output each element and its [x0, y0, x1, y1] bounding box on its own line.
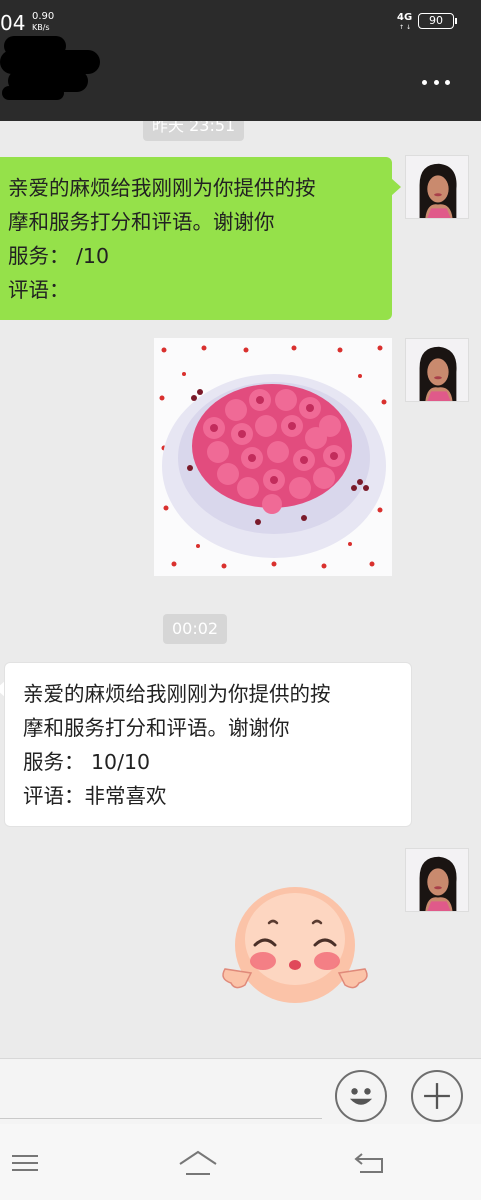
- system-nav-bar: [0, 1124, 481, 1200]
- message-line: 评语：非常喜欢: [23, 784, 167, 808]
- more-dots-icon: [422, 79, 427, 85]
- title-bar: 04 0.90 KB/s 4G ↑↓ 90: [0, 0, 481, 121]
- back-button[interactable]: [352, 1148, 392, 1178]
- message-line: 亲爱的麻烦给我刚刚为你提供的按: [8, 176, 316, 200]
- signal-arrows-icon: ↑↓: [399, 24, 414, 31]
- home-button[interactable]: [178, 1148, 218, 1178]
- chat-area[interactable]: 昨天 23:51 亲爱的麻烦给我刚刚为你提供的按 摩和服务打分和评语。谢谢你 服…: [0, 121, 481, 1058]
- timestamp-chip: 00:02: [163, 614, 228, 644]
- avatar[interactable]: [405, 155, 469, 219]
- received-message-bubble[interactable]: 亲爱的麻烦给我刚刚为你提供的按 摩和服务打分和评语。谢谢你 服务： 10/10 …: [4, 662, 412, 827]
- sent-message-bubble[interactable]: 亲爱的麻烦给我刚刚为你提供的按 摩和服务打分和评语。谢谢你 服务： /10 评语…: [0, 157, 392, 320]
- home-icon: [179, 1150, 217, 1175]
- bubble-tail: [391, 178, 401, 196]
- emoji-icon: [349, 1088, 373, 1105]
- message-line: 摩和服务打分和评语。谢谢你: [8, 210, 275, 234]
- message-line: 亲爱的麻烦给我刚刚为你提供的按: [23, 682, 331, 706]
- avatar[interactable]: [405, 338, 469, 402]
- message-line: 摩和服务打分和评语。谢谢你: [23, 716, 290, 740]
- network-speed: 0.90 KB/s: [32, 11, 54, 33]
- back-icon: [354, 1153, 383, 1173]
- timestamp-chip: 昨天 23:51: [143, 121, 245, 141]
- message-line: 服务： 10/10: [23, 750, 151, 774]
- emoji-button[interactable]: [335, 1070, 387, 1122]
- status-time: 04: [0, 11, 26, 35]
- menu-button[interactable]: [6, 1148, 46, 1178]
- blushing-baby-sticker[interactable]: [215, 881, 375, 1011]
- avatar[interactable]: [405, 848, 469, 912]
- menu-icon: [12, 1155, 38, 1171]
- plus-icon: [424, 1083, 450, 1109]
- network-speed-unit: KB/s: [32, 23, 50, 32]
- chat-title-redacted: [0, 34, 110, 104]
- message-input[interactable]: [0, 1067, 322, 1119]
- network-type: 4G: [397, 12, 413, 23]
- rose-bouquet-image[interactable]: [154, 338, 392, 576]
- plus-button[interactable]: [411, 1070, 463, 1122]
- more-options-button[interactable]: [416, 68, 456, 96]
- battery-indicator: 90: [418, 13, 457, 29]
- message-line: 服务： /10: [8, 244, 110, 268]
- input-bar: [0, 1058, 481, 1124]
- network-speed-value: 0.90: [32, 11, 55, 22]
- message-line: 评语：: [8, 278, 70, 302]
